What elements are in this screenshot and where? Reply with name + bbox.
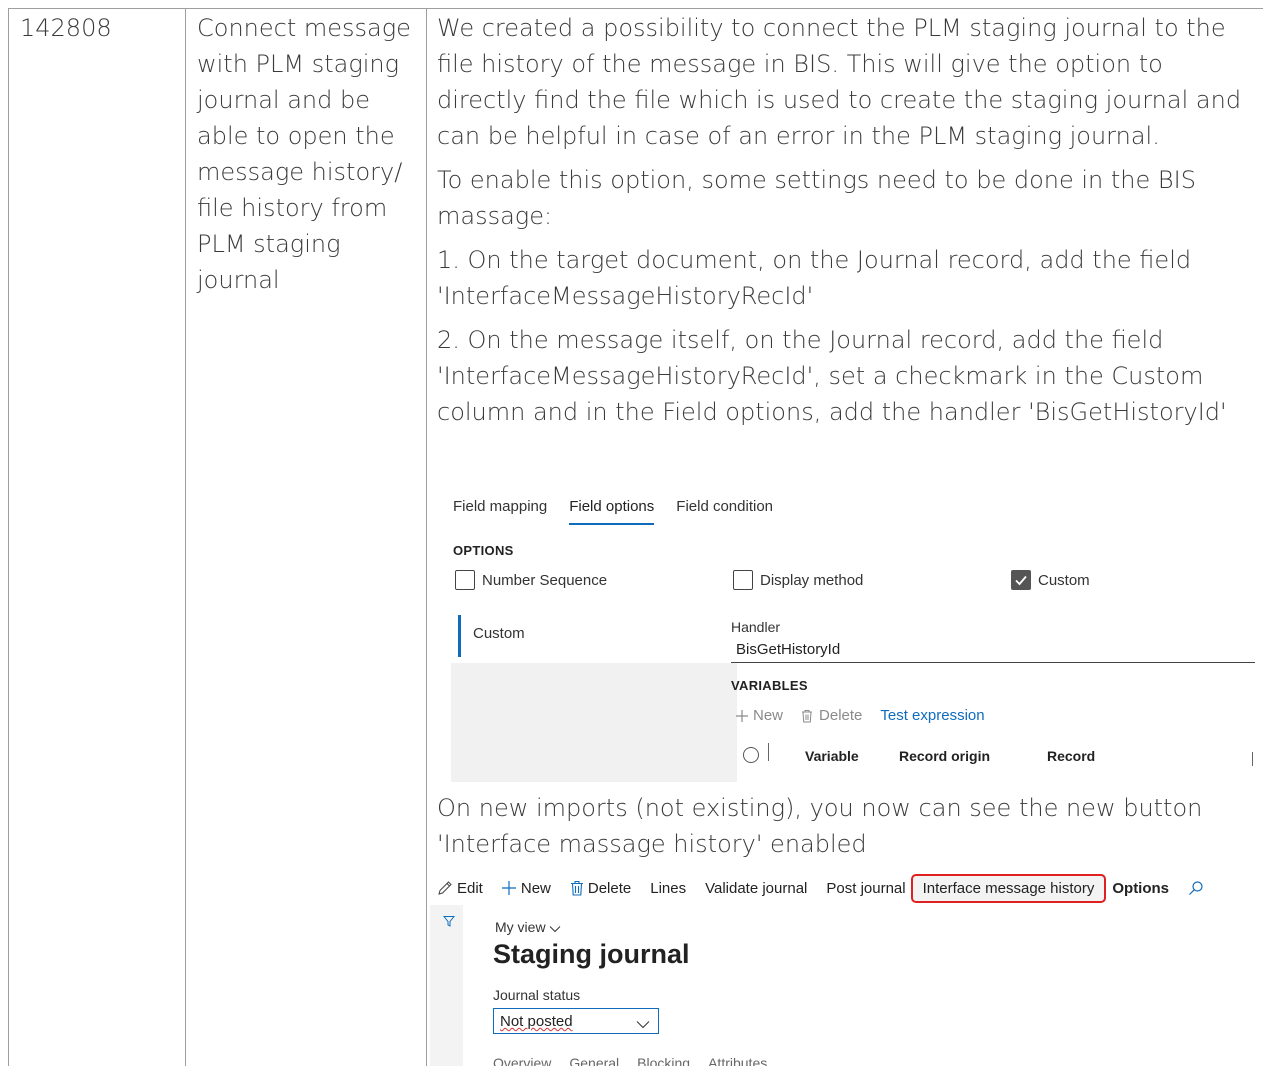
- post-journal-button[interactable]: Post journal: [826, 880, 905, 897]
- field-tabs: Field mapping Field options Field condit…: [453, 488, 773, 525]
- display-method-checkbox[interactable]: Display method: [733, 570, 863, 590]
- delete-button[interactable]: Delete: [570, 880, 631, 897]
- checkmark-icon[interactable]: [1011, 570, 1031, 590]
- list-item-label: Custom: [473, 625, 525, 642]
- number-sequence-checkbox[interactable]: Number Sequence: [455, 570, 607, 590]
- journal-status-label: Journal status: [493, 987, 581, 1003]
- description-paragraph-5: On new imports (not existing), you now c…: [437, 794, 1203, 858]
- title-line: Connect message: [197, 14, 411, 42]
- tab-field-options[interactable]: Field options: [569, 488, 655, 525]
- selection-indicator: [458, 615, 461, 657]
- title-line: with PLM staging: [197, 50, 400, 78]
- table-top-border: [8, 8, 1263, 9]
- staging-journal-screenshot: Edit New Delete Lines Validate journal P…: [430, 872, 1255, 1066]
- lines-button[interactable]: Lines: [650, 880, 686, 897]
- options-list-panel: Custom: [451, 605, 737, 782]
- description-paragraph: 1. On the target document, on the Journa…: [437, 246, 1192, 310]
- delete-variable-button[interactable]: Delete: [801, 707, 862, 724]
- handler-input[interactable]: BisGetHistoryId: [731, 637, 1255, 663]
- change-title: Connect message with PLM staging journal…: [197, 10, 427, 298]
- new-button[interactable]: New: [501, 880, 551, 897]
- chevron-down-icon: [636, 1016, 650, 1033]
- plus-icon: [501, 880, 517, 896]
- journal-status-select[interactable]: Not posted: [493, 1008, 659, 1034]
- view-selector[interactable]: My view: [495, 919, 561, 936]
- test-expression-link[interactable]: Test expression: [880, 707, 984, 724]
- journal-content: My view Staging journal Journal status N…: [463, 905, 1255, 1066]
- title-line: PLM staging: [197, 230, 341, 258]
- delete-label: Delete: [819, 707, 863, 724]
- variables-toolbar: New Delete Test expression: [735, 707, 1003, 724]
- tab-field-condition[interactable]: Field condition: [676, 488, 773, 520]
- title-line: journal and be: [197, 86, 371, 114]
- new-variable-button[interactable]: New: [735, 707, 783, 724]
- title-line: able to open the: [197, 122, 395, 150]
- page-title: Staging journal: [493, 939, 690, 969]
- change-id: 142808: [20, 14, 112, 42]
- options-heading: OPTIONS: [453, 543, 514, 558]
- column-header-record[interactable]: Record: [1047, 748, 1095, 764]
- title-line: message history/: [197, 158, 403, 186]
- column-separator: [768, 743, 769, 761]
- variables-heading: VARIABLES: [731, 678, 808, 693]
- column-divider-1: [185, 8, 186, 1066]
- description-paragraph: To enable this option, some settings nee…: [437, 166, 1196, 230]
- checkbox-label: Number Sequence: [482, 571, 608, 589]
- description-paragraph: We created a possibility to connect the …: [437, 14, 1242, 150]
- journal-tabs: Overview General Blocking Attributes: [493, 1055, 767, 1066]
- new-label: New: [753, 707, 784, 724]
- tab-field-mapping[interactable]: Field mapping: [453, 488, 547, 520]
- checkbox-label: Custom: [1038, 571, 1090, 589]
- column-separator: [1252, 752, 1253, 766]
- plus-icon: [735, 709, 749, 723]
- chevron-down-icon: [549, 920, 561, 936]
- validate-journal-button[interactable]: Validate journal: [705, 880, 807, 897]
- trash-icon: [801, 709, 813, 723]
- variables-grid-header: Variable Record origin Record: [731, 740, 1255, 772]
- select-all-radio[interactable]: [743, 747, 759, 763]
- interface-message-history-button[interactable]: Interface message history: [910, 873, 1107, 903]
- trash-icon: [570, 880, 584, 896]
- checkbox-label: Display method: [760, 571, 864, 589]
- pencil-icon: [437, 880, 453, 896]
- column-header-variable[interactable]: Variable: [805, 748, 859, 764]
- title-line: journal: [197, 266, 280, 294]
- new-label: New: [520, 879, 551, 897]
- tab-blocking[interactable]: Blocking: [637, 1055, 690, 1066]
- checkbox-box[interactable]: [455, 570, 475, 590]
- tab-attributes[interactable]: Attributes: [708, 1055, 767, 1066]
- title-line: file history from: [197, 194, 388, 222]
- column-header-record-origin[interactable]: Record origin: [899, 748, 990, 764]
- change-description: We created a possibility to connect the …: [437, 10, 1252, 438]
- search-icon[interactable]: [1188, 880, 1204, 896]
- delete-label: Delete: [587, 879, 632, 897]
- edit-button[interactable]: Edit: [437, 880, 483, 897]
- field-options-screenshot: Field mapping Field options Field condit…: [443, 488, 1255, 782]
- custom-checkbox[interactable]: Custom: [1011, 570, 1090, 590]
- list-item-custom[interactable]: Custom: [451, 605, 737, 663]
- handler-label: Handler: [731, 619, 781, 635]
- table-left-border: [8, 8, 9, 1066]
- checkbox-box[interactable]: [733, 570, 753, 590]
- tab-general[interactable]: General: [569, 1055, 619, 1066]
- tab-overview[interactable]: Overview: [493, 1055, 551, 1066]
- action-pane: Edit New Delete Lines Validate journal P…: [430, 872, 1255, 904]
- edit-label: Edit: [457, 879, 483, 897]
- description-paragraph: 2. On the message itself, on the Journal…: [437, 326, 1227, 426]
- view-selector-label: My view: [495, 919, 546, 935]
- filter-icon[interactable]: [442, 914, 456, 932]
- journal-status-value: Not posted: [500, 1013, 573, 1030]
- options-button[interactable]: Options: [1112, 880, 1169, 897]
